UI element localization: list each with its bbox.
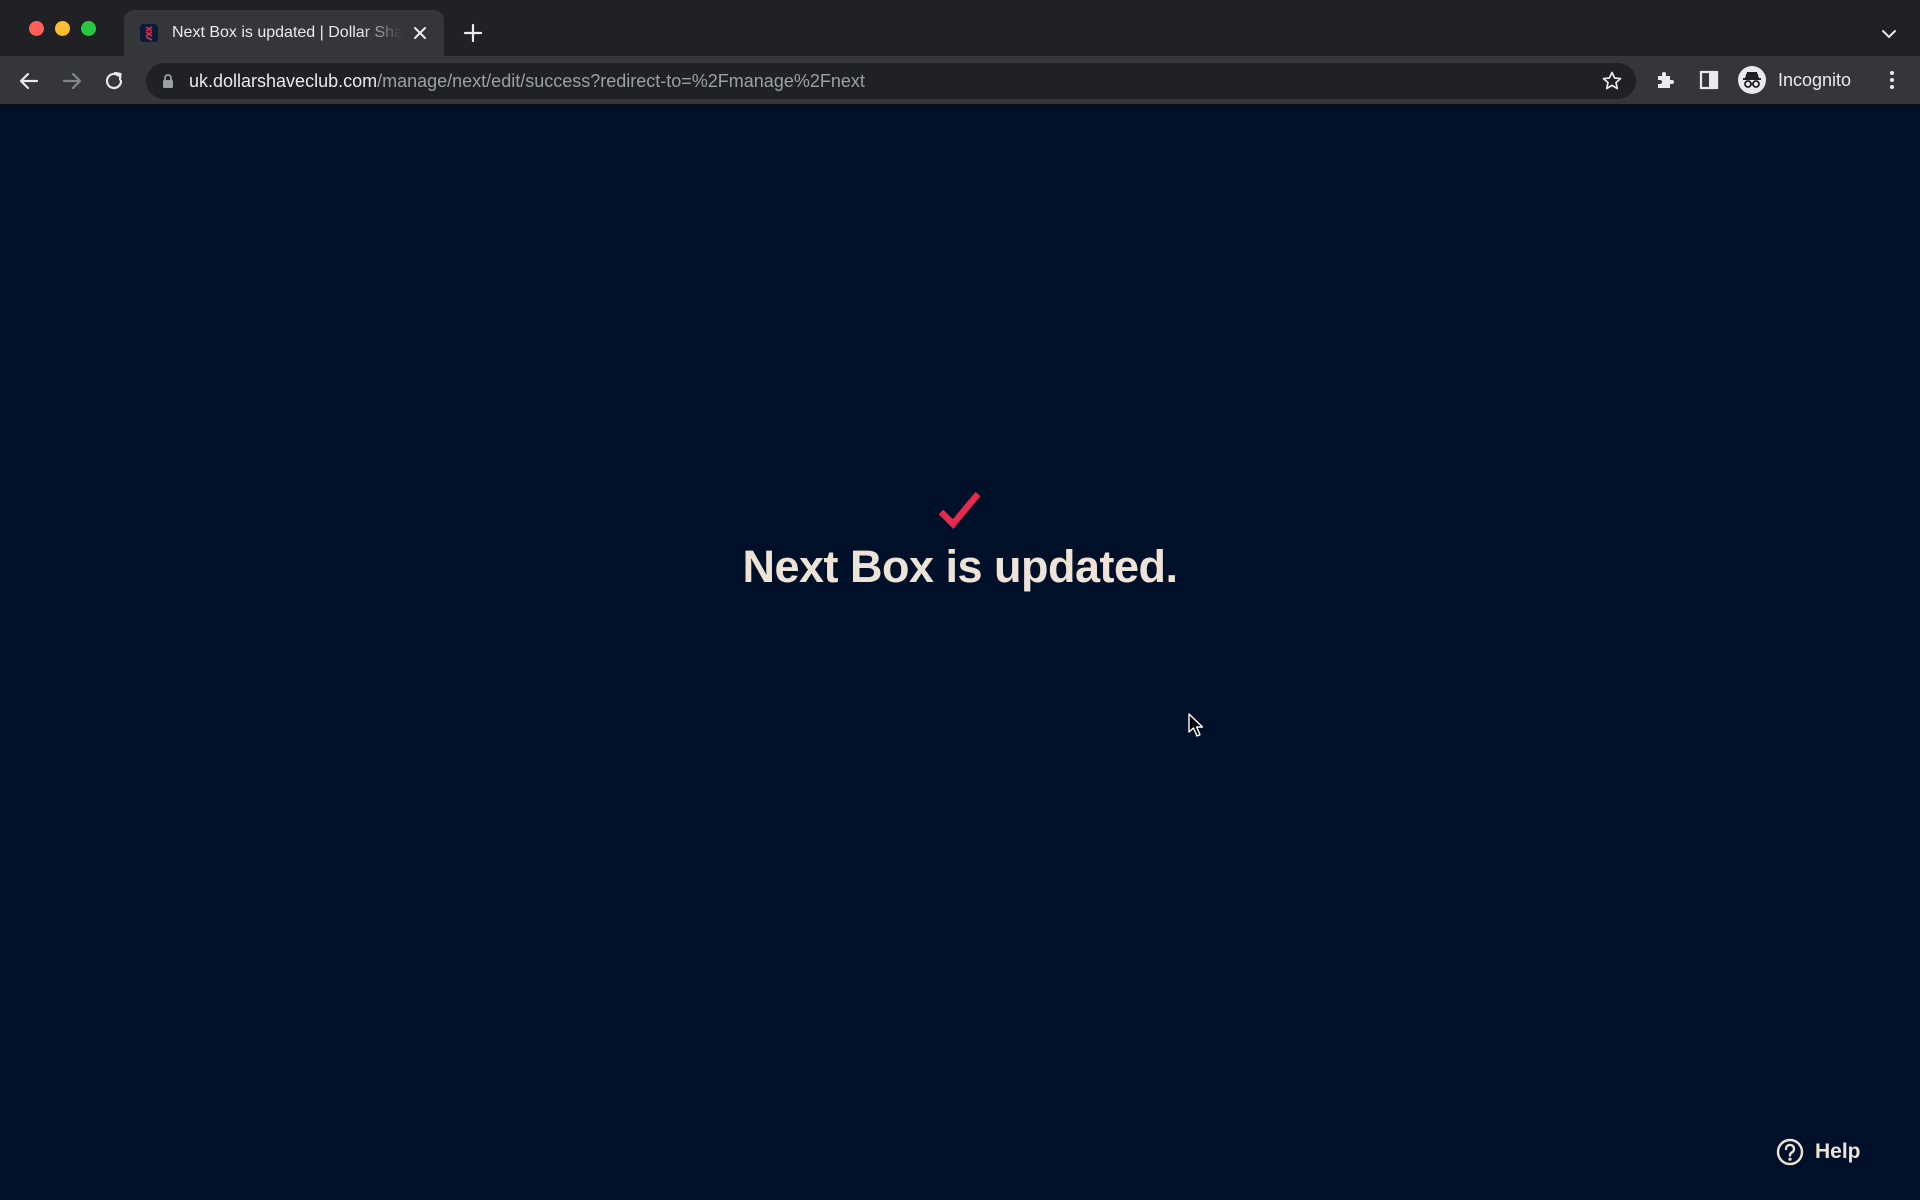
- lock-icon[interactable]: [160, 73, 176, 89]
- browser-menu-kebab-icon[interactable]: [1880, 68, 1904, 92]
- incognito-profile-button[interactable]: Incognito: [1734, 62, 1866, 98]
- url-host: uk.dollarshaveclub.com: [189, 71, 378, 91]
- chevron-down-icon[interactable]: [1880, 25, 1898, 43]
- address-bar[interactable]: uk.dollarshaveclub.com/manage/next/edit/…: [146, 63, 1636, 99]
- mouse-cursor-icon: [1188, 713, 1206, 739]
- side-panel-icon[interactable]: [1697, 68, 1721, 92]
- forward-arrow-icon[interactable]: [59, 68, 85, 94]
- tab-title: Next Box is updated | Dollar Shave Club: [172, 24, 402, 41]
- browser-toolbar: uk.dollarshaveclub.com/manage/next/edit/…: [0, 56, 1920, 105]
- page-content: [0, 105, 1920, 1200]
- incognito-icon: [1738, 66, 1766, 94]
- profile-label: Incognito: [1778, 70, 1852, 90]
- help-label: Help: [1815, 1140, 1861, 1163]
- window-minimize-button[interactable]: [55, 21, 70, 36]
- new-tab-plus-icon[interactable]: [462, 22, 484, 44]
- back-arrow-icon[interactable]: [16, 68, 42, 94]
- window-maximize-button[interactable]: [81, 21, 96, 36]
- question-circle-icon: [1776, 1138, 1804, 1166]
- browser-tab-strip: Next Box is updated | Dollar Shave Club: [0, 0, 1920, 56]
- checkmark-icon: [937, 490, 983, 530]
- browser-tab-active[interactable]: Next Box is updated | Dollar Shave Club: [124, 10, 444, 56]
- extensions-puzzle-icon[interactable]: [1654, 68, 1678, 92]
- close-icon[interactable]: [410, 23, 430, 43]
- window-close-button[interactable]: [29, 21, 44, 36]
- address-bar-url[interactable]: uk.dollarshaveclub.com/manage/next/edit/…: [189, 71, 865, 91]
- bookmark-star-icon[interactable]: [1601, 70, 1623, 92]
- reload-icon[interactable]: [101, 68, 127, 94]
- success-message: Next Box is updated.: [742, 541, 1178, 592]
- url-path: /manage/next/edit/success?redirect-to=%2…: [377, 71, 865, 91]
- dsc-logo-icon: [140, 24, 158, 42]
- help-button[interactable]: Help: [1776, 1134, 1906, 1170]
